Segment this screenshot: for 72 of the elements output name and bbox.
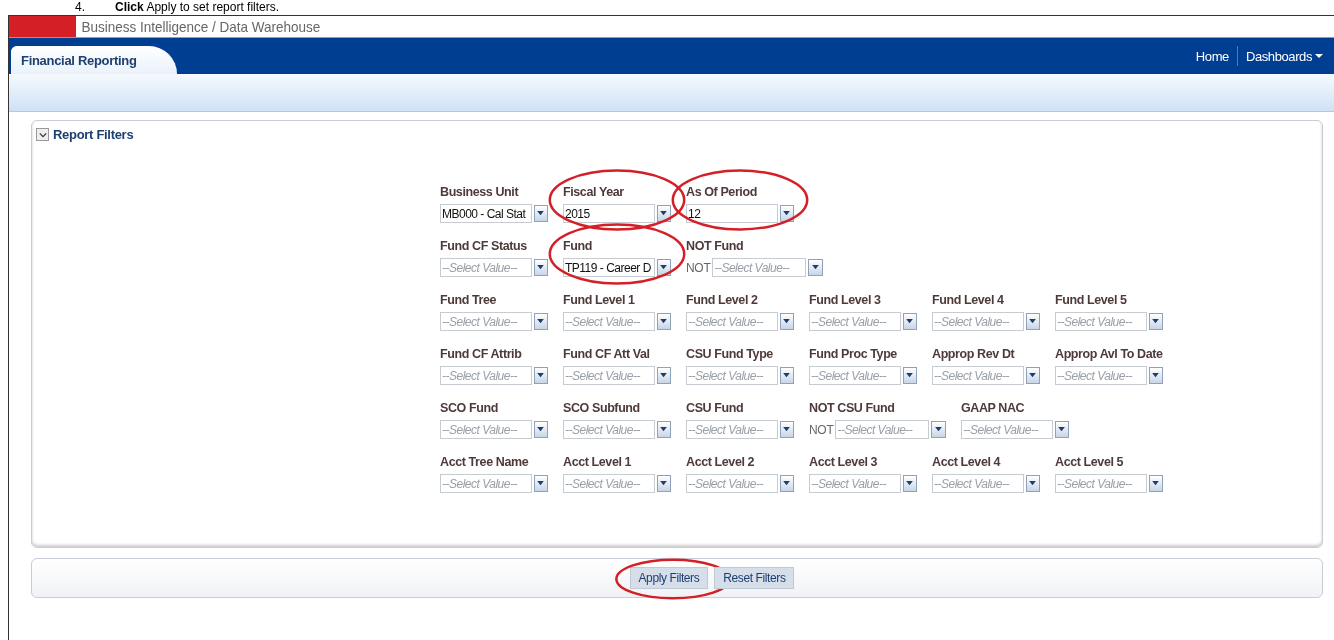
not-label: NOT bbox=[686, 260, 711, 275]
dropdown-field[interactable]: --Select Value-- bbox=[932, 474, 1024, 493]
app-title: Business Intelligence / Data Warehouse bbox=[80, 18, 321, 35]
filter-label: Fund CF Status bbox=[440, 238, 528, 254]
tab[interactable]: Financial Reporting bbox=[11, 46, 177, 74]
filter-label: Acct Tree Name bbox=[440, 454, 530, 470]
panel-title: Report Filters bbox=[53, 127, 134, 142]
collapse-toggle-icon[interactable] bbox=[36, 128, 49, 141]
filter-label: Approp Rev Dt bbox=[932, 346, 1016, 362]
filter-label: Acct Level 4 bbox=[932, 454, 1002, 470]
dropdown-field[interactable]: --Select Value-- bbox=[686, 312, 778, 331]
dropdown-field[interactable]: --Select Value-- bbox=[686, 420, 778, 439]
dropdown-field[interactable]: --Select Value-- bbox=[961, 420, 1053, 439]
filter-label: Approp Avl To Date bbox=[1055, 346, 1163, 362]
dropdown-field[interactable]: --Select Value-- bbox=[932, 312, 1024, 331]
dropdown-field[interactable]: MB000 - Cal Stat bbox=[440, 204, 532, 223]
dropdown-field[interactable]: --Select Value-- bbox=[440, 258, 532, 277]
step-number: 4. bbox=[75, 0, 85, 15]
filter-label: Fund Level 1 bbox=[563, 292, 636, 308]
filter-label: CSU Fund bbox=[686, 400, 745, 416]
filter-label: Fund Level 2 bbox=[686, 292, 759, 308]
dropdown-field[interactable]: --Select Value-- bbox=[1055, 474, 1147, 493]
filter-label: Fund Tree bbox=[440, 292, 498, 308]
filter-label: Fund CF Att Val bbox=[563, 346, 651, 362]
dropdown-field[interactable]: --Select Value-- bbox=[1055, 312, 1147, 331]
filter-label: Fiscal Year bbox=[563, 184, 625, 200]
dropdown-field[interactable]: 12 bbox=[686, 204, 778, 223]
dropdown-field[interactable]: --Select Value-- bbox=[932, 366, 1024, 385]
dropdown-field[interactable]: TP119 - Career D bbox=[563, 258, 655, 277]
not-label: NOT bbox=[809, 422, 834, 437]
dropdown-field[interactable]: --Select Value-- bbox=[686, 474, 778, 493]
dropdown-field[interactable]: --Select Value-- bbox=[563, 366, 655, 385]
filter-label: Acct Level 2 bbox=[686, 454, 756, 470]
dropdown-field[interactable]: --Select Value-- bbox=[440, 420, 532, 439]
dropdown-field[interactable]: --Select Value-- bbox=[712, 258, 807, 277]
instruction-text: Click Apply to set report filters. bbox=[115, 0, 280, 15]
dropdown-field[interactable]: --Select Value-- bbox=[440, 474, 532, 493]
filter-label: As Of Period bbox=[686, 184, 758, 200]
dashboards-menu[interactable]: Dashboards bbox=[1237, 48, 1331, 64]
caret-icon bbox=[1315, 54, 1323, 58]
dropdown-field[interactable]: --Select Value-- bbox=[809, 474, 901, 493]
filter-label: Fund Proc Type bbox=[809, 346, 898, 362]
filter-label: SCO Subfund bbox=[563, 400, 641, 416]
filter-label: SCO Fund bbox=[440, 400, 499, 416]
filter-label: Acct Level 5 bbox=[1055, 454, 1125, 470]
apply-button[interactable]: Apply Filters bbox=[629, 567, 709, 589]
dropdown-field[interactable]: --Select Value-- bbox=[686, 366, 778, 385]
dropdown-field[interactable]: --Select Value-- bbox=[835, 420, 930, 439]
filter-label: Business Unit bbox=[440, 184, 520, 200]
dropdown-field[interactable]: 2015 bbox=[563, 204, 655, 223]
filter-label: Fund CF Attrib bbox=[440, 346, 523, 362]
dropdown-field[interactable]: --Select Value-- bbox=[1055, 366, 1147, 385]
dropdown-field[interactable]: --Select Value-- bbox=[440, 312, 532, 331]
filter-label: NOT CSU Fund bbox=[809, 400, 896, 416]
filter-label: Acct Level 3 bbox=[809, 454, 879, 470]
dropdown-field[interactable]: --Select Value-- bbox=[809, 312, 901, 331]
reset-button[interactable]: Reset Filters bbox=[714, 567, 795, 589]
logo-block bbox=[9, 16, 76, 37]
dropdown-field[interactable]: --Select Value-- bbox=[809, 366, 901, 385]
filter-label: Fund Level 4 bbox=[932, 292, 1005, 308]
filter-label: CSU Fund Type bbox=[686, 346, 774, 362]
filter-label: Acct Level 1 bbox=[563, 454, 633, 470]
dropdown-field[interactable]: --Select Value-- bbox=[563, 420, 655, 439]
filter-label: GAAP NAC bbox=[961, 400, 1026, 416]
filter-label: Fund bbox=[563, 238, 593, 254]
filter-label: NOT Fund bbox=[686, 238, 745, 254]
filter-label: Fund Level 3 bbox=[809, 292, 882, 308]
dropdown-field[interactable]: --Select Value-- bbox=[563, 312, 655, 331]
dropdown-field[interactable]: --Select Value-- bbox=[563, 474, 655, 493]
filter-label: Fund Level 5 bbox=[1055, 292, 1128, 308]
dropdown-field[interactable]: --Select Value-- bbox=[440, 366, 532, 385]
home-link[interactable]: Home bbox=[1187, 48, 1237, 64]
